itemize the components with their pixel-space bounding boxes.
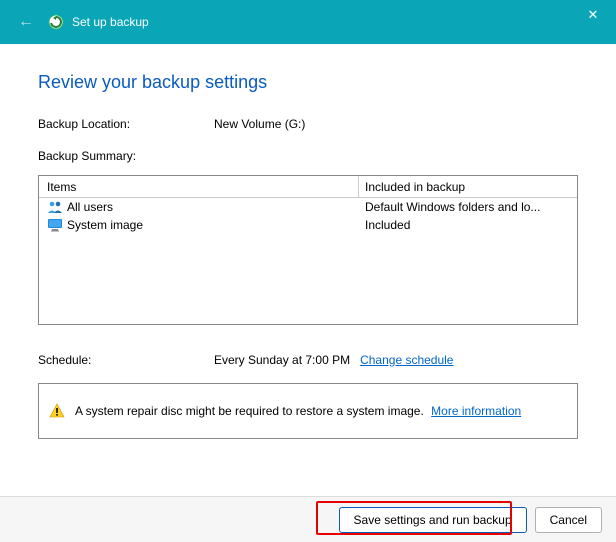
content-area: Review your backup settings Backup Locat… — [0, 44, 616, 439]
save-run-backup-button[interactable]: Save settings and run backup — [339, 507, 527, 533]
page-heading: Review your backup settings — [38, 72, 578, 93]
schedule-row: Schedule: Every Sunday at 7:00 PM Change… — [38, 353, 578, 367]
col-header-included[interactable]: Included in backup — [359, 180, 577, 194]
info-box: A system repair disc might be required t… — [38, 383, 578, 439]
backup-location-label: Backup Location: — [38, 117, 214, 131]
back-icon[interactable]: ← — [10, 9, 42, 35]
schedule-value: Every Sunday at 7:00 PM — [214, 353, 350, 367]
close-icon[interactable]: ✕ — [570, 0, 616, 30]
backup-summary-label: Backup Summary: — [38, 149, 578, 163]
col-header-items[interactable]: Items — [39, 176, 359, 197]
grid-item-included: Included — [359, 218, 577, 232]
schedule-label: Schedule: — [38, 353, 214, 367]
users-icon — [47, 199, 63, 215]
summary-grid: Items Included in backup All users Defau… — [38, 175, 578, 325]
monitor-icon — [47, 217, 63, 233]
grid-item-included: Default Windows folders and lo... — [359, 200, 577, 214]
window-title: Set up backup — [72, 15, 149, 29]
titlebar: ← Set up backup ✕ — [0, 0, 616, 44]
change-schedule-link[interactable]: Change schedule — [360, 353, 453, 367]
grid-row[interactable]: All users Default Windows folders and lo… — [39, 198, 577, 216]
backup-location-row: Backup Location: New Volume (G:) — [38, 117, 578, 131]
backup-app-icon — [48, 14, 64, 30]
grid-item-name: All users — [67, 200, 113, 214]
grid-item-name: System image — [67, 218, 143, 232]
info-text-wrap: A system repair disc might be required t… — [75, 404, 521, 418]
more-information-link[interactable]: More information — [431, 404, 521, 418]
cancel-button[interactable]: Cancel — [535, 507, 602, 533]
footer: Save settings and run backup Cancel — [0, 496, 616, 542]
grid-header: Items Included in backup — [39, 176, 577, 198]
warning-icon — [49, 403, 65, 419]
backup-location-value: New Volume (G:) — [214, 117, 305, 131]
info-text: A system repair disc might be required t… — [75, 404, 424, 418]
grid-row[interactable]: System image Included — [39, 216, 577, 234]
